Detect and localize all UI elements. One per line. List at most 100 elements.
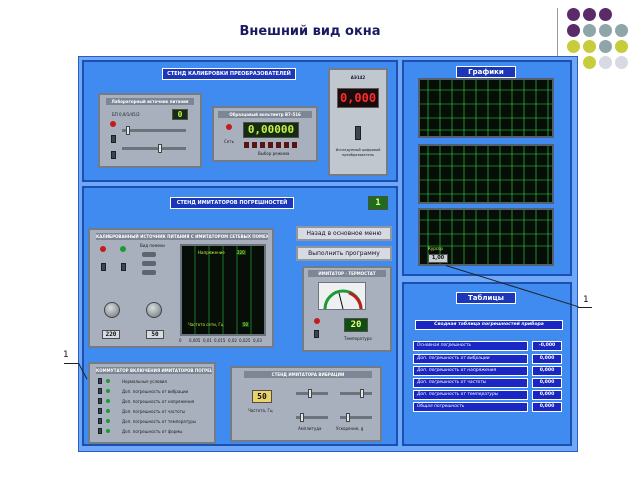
switch-item[interactable]: Доп. погрешность от напряжения — [98, 398, 210, 406]
table-row-label: Доп. погрешность от напряжения — [413, 366, 528, 376]
voltmeter-panel: Образцовый вольтметр В7-516 Сеть 0,00000… — [212, 106, 318, 162]
temperature-label: Температура — [344, 336, 372, 341]
source-coarse-slider[interactable] — [122, 126, 186, 135]
indicator-led-icon — [106, 429, 110, 433]
mode-toggle-switch[interactable] — [121, 263, 126, 271]
thermostat-led — [314, 318, 320, 324]
switch-item[interactable]: Доп. погрешность от вибрации — [98, 388, 210, 396]
indicator-led-icon — [106, 409, 110, 413]
adc-display: 0,000 — [337, 88, 379, 108]
source-power-switch[interactable] — [111, 135, 116, 143]
decor-dot — [583, 24, 596, 37]
mode-key[interactable] — [260, 142, 265, 148]
switch-item[interactable]: Доп. погрешность от формы — [98, 428, 210, 436]
callout-leader-right — [578, 307, 592, 308]
frequency-knob-icon[interactable] — [146, 302, 162, 318]
voltmeter-mode-caption: Выбор режима — [258, 151, 290, 156]
noise-button-1[interactable] — [142, 252, 156, 257]
noise-button-3[interactable] — [142, 270, 156, 275]
amplitude-slider[interactable] — [296, 389, 328, 398]
table-row-value: 0,000 — [532, 354, 562, 364]
table-subtitle: Сводная таблица погрешностей прибора — [415, 320, 563, 330]
source-fine-slider[interactable] — [122, 144, 186, 153]
decor-dot — [583, 56, 596, 69]
switch-item-label: Доп. погрешность от формы — [122, 429, 183, 434]
slider-thumb-icon — [308, 389, 312, 398]
thermostat-switch[interactable] — [314, 330, 319, 338]
plot-value-top: 220 — [236, 250, 246, 255]
voltmeter-display: 0,00000 — [243, 122, 299, 138]
graph-1 — [418, 78, 554, 138]
calibration-title: СТЕНД КАЛИБРОВКИ ПРЕОБРАЗОВАТЕЛЕЙ — [162, 68, 296, 80]
plot-tick: 0,03 — [253, 338, 262, 343]
voltmeter-power-label: Сеть — [224, 139, 234, 144]
switch-item[interactable]: Доп. погрешность от частоты — [98, 408, 210, 416]
oscilloscope-grid-icon — [420, 80, 552, 136]
adc-panel: АЭ142 0,000 Исследуемый цифровой преобра… — [328, 68, 388, 176]
vibration-label: Частота, Гц — [248, 408, 273, 413]
acceleration-slider[interactable] — [340, 389, 372, 398]
callout-number-right: 1 — [583, 295, 589, 305]
mode-key[interactable] — [284, 142, 289, 148]
switch-item-label: Доп. погрешность от частоты — [122, 409, 186, 414]
slider-thumb-icon — [360, 389, 364, 398]
graph-3: Курсор 1,00 — [418, 208, 554, 266]
red-indicator-led — [100, 246, 106, 252]
table-row-value: 0,000 — [532, 378, 562, 388]
toggle-switch-icon — [98, 418, 102, 424]
mode-key[interactable] — [276, 142, 281, 148]
noise-button-2[interactable] — [142, 261, 156, 266]
decor-dot — [599, 56, 612, 69]
acceleration-label: Ускорение, g — [336, 426, 364, 431]
decor-dot — [583, 40, 596, 53]
table-row-label: Общая погрешность — [413, 402, 528, 412]
mode-key[interactable] — [268, 142, 273, 148]
simulators-title: СТЕНД ИМИТАТОРОВ ПОГРЕШНОСТЕЙ — [170, 197, 294, 209]
voltmeter-mode-keys — [244, 142, 300, 149]
voltage-source-model: БП 0,9/1/45/2 — [112, 112, 140, 117]
mode-key[interactable] — [244, 142, 249, 148]
simulators-panel: СТЕНД ИМИТАТОРОВ ПОГРЕШНОСТЕЙ 1 КАЛИБРОВ… — [82, 186, 398, 446]
switch-item[interactable]: Нормальные условия — [98, 378, 210, 386]
tables-panel: Таблицы Сводная таблица погрешностей при… — [402, 282, 572, 446]
voltage-source-panel: Лабораторный источник питания БП 0,9/1/4… — [98, 93, 202, 168]
source-display: 0 — [172, 109, 188, 120]
table-row-value: -0,000 — [532, 341, 562, 351]
voltmeter-title: Образцовый вольтметр В7-516 — [218, 111, 312, 118]
power-toggle-switch[interactable] — [101, 263, 106, 271]
callout-leader-left — [64, 363, 79, 364]
sine-source-title: КАЛИБРОВАННЫЙ ИСТОЧНИК ПИТАНИЯ С ИМИТАТО… — [96, 233, 268, 240]
switch-item-label: Доп. погрешность от вибрации — [122, 389, 189, 394]
source-power-led — [110, 121, 116, 127]
mode-key[interactable] — [252, 142, 257, 148]
plot-label-top: Напряжение — [198, 250, 225, 255]
slider-thumb-icon — [158, 144, 162, 153]
toggle-switch-icon — [98, 398, 102, 404]
slider-thumb-icon — [346, 413, 350, 422]
source-range-switch[interactable] — [111, 151, 116, 159]
plot-tick: 0,01 — [203, 338, 212, 343]
callout-number-left: 1 — [63, 350, 69, 360]
adc-caption: Исследуемый цифровой преобразователь — [335, 148, 381, 157]
toggle-switch-icon — [98, 378, 102, 384]
toggle-switch-icon — [98, 408, 102, 414]
thermostat-panel: ИМИТАТОР - ТЕРМОСТАТ 20 Температура — [302, 266, 392, 352]
needle-gauge-icon — [318, 282, 366, 310]
mode-key[interactable] — [292, 142, 297, 148]
noise-label: Вид помехи — [140, 243, 165, 248]
decor-dot — [583, 8, 596, 21]
decor-dot — [599, 8, 612, 21]
sine-grid-icon — [194, 246, 252, 334]
plot-tick: 0,015 — [214, 338, 226, 343]
adc-toggle-switch[interactable] — [355, 126, 361, 140]
switch-item[interactable]: Доп. погрешность от температуры — [98, 418, 210, 426]
cursor-value[interactable]: 1,00 — [428, 254, 448, 263]
run-program-button[interactable]: Выполнить программу — [296, 246, 392, 261]
green-indicator-led — [120, 246, 126, 252]
main-menu-button[interactable]: Назад в основное меню — [296, 226, 392, 241]
switch-item-label: Доп. погрешность от температуры — [122, 419, 197, 424]
voltage-knob-icon[interactable] — [104, 302, 120, 318]
sine-source-panel: КАЛИБРОВАННЫЙ ИСТОЧНИК ПИТАНИЯ С ИМИТАТО… — [88, 228, 274, 348]
acceleration-slider-2[interactable] — [340, 413, 372, 422]
amplitude-slider-2[interactable] — [296, 413, 328, 422]
